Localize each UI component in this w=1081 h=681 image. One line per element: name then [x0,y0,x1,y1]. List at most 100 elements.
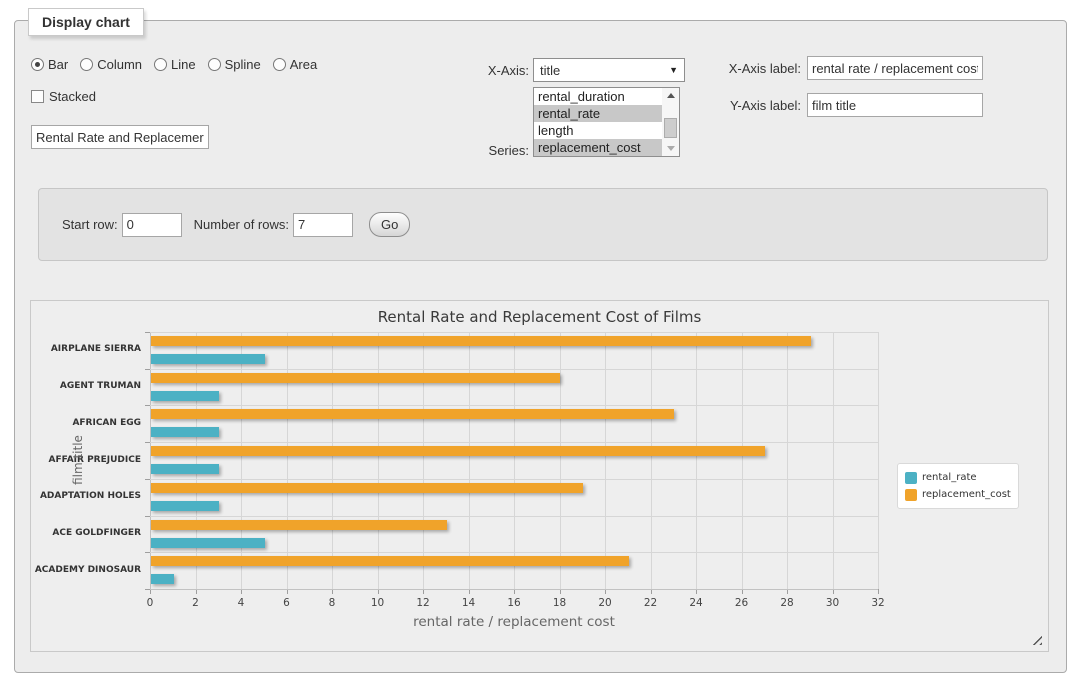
legend-swatch-icon [905,489,917,501]
legend-label: replacement_cost [922,489,1011,500]
resize-handle-icon[interactable] [1031,634,1042,645]
radio-bar-icon[interactable] [31,58,44,71]
bar-replacement_cost[interactable] [151,336,811,346]
number-of-rows-label: Number of rows: [194,217,289,232]
bar-replacement_cost[interactable] [151,446,765,456]
y-gridline [150,516,878,517]
x-gridline [196,332,197,589]
x-gridline [878,332,879,589]
bar-replacement_cost[interactable] [151,520,447,530]
bar-replacement_cost[interactable] [151,373,560,383]
legend-label: rental_rate [922,472,977,483]
series-option-rental-rate[interactable]: rental_rate [534,105,663,122]
y-axis-label-input[interactable] [807,93,983,117]
radio-spline-icon[interactable] [208,58,221,71]
row-controls-panel: Start row: Number of rows: Go [38,188,1048,261]
category-label: ADAPTATION HOLES [31,491,141,501]
x-axis-select-label: X-Axis: [455,63,529,78]
y-tick-mark [145,516,150,517]
y-gridline [150,405,878,406]
y-tick-mark [145,369,150,370]
radio-column[interactable]: Column [80,57,142,72]
y-tick-mark [145,332,150,333]
x-gridline [423,332,424,589]
x-tick-label: 14 [454,597,484,609]
x-tick-label: 12 [408,597,438,609]
y-tick-mark [145,589,150,590]
category-label: ACE GOLDFINGER [31,528,141,538]
x-gridline [241,332,242,589]
chevron-down-icon: ▼ [669,65,678,75]
radio-line-icon[interactable] [154,58,167,71]
radio-spline-label: Spline [225,57,261,72]
y-tick-mark [145,479,150,480]
series-option-replacement-cost[interactable]: replacement_cost [534,139,663,156]
radio-bar[interactable]: Bar [31,57,68,72]
bar-rental_rate[interactable] [151,501,219,511]
bar-rental_rate[interactable] [151,538,265,548]
category-label: ACADEMY DINOSAUR [31,565,141,575]
bar-replacement_cost[interactable] [151,483,583,493]
series-option-rental-duration[interactable]: rental_duration [534,88,663,105]
stacked-label: Stacked [49,89,96,104]
listbox-scrollbar[interactable] [662,88,679,156]
number-of-rows-input[interactable] [293,213,353,237]
x-axis-label-input[interactable] [807,56,983,80]
x-gridline [287,332,288,589]
y-tick-mark [145,552,150,553]
category-label: AFFAIR PREJUDICE [31,455,141,465]
series-select-label: Series: [455,143,529,158]
x-gridline [469,332,470,589]
y-gridline [150,552,878,553]
chart-title-input[interactable] [31,125,209,149]
x-tick-label: 32 [863,597,893,609]
bar-rental_rate[interactable] [151,574,174,584]
x-tick-label: 16 [499,597,529,609]
series-listbox[interactable]: rental_duration rental_rate length repla… [533,87,680,157]
scroll-down-icon[interactable] [663,141,678,156]
bar-rental_rate[interactable] [151,391,219,401]
start-row-input[interactable] [122,213,182,237]
radio-area[interactable]: Area [273,57,317,72]
x-gridline [742,332,743,589]
x-tick-label: 6 [272,597,302,609]
chart-type-radio-group: Bar Column Line Spline Area [31,57,323,72]
y-gridline [150,442,878,443]
bar-rental_rate[interactable] [151,354,265,364]
x-gridline [651,332,652,589]
x-gridline [332,332,333,589]
x-tick-label: 4 [226,597,256,609]
category-label: AGENT TRUMAN [31,381,141,391]
category-label: AFRICAN EGG [31,418,141,428]
stacked-checkbox[interactable] [31,90,44,103]
scrollbar-thumb[interactable] [664,118,677,138]
radio-spline[interactable]: Spline [208,57,261,72]
fieldset-legend: Display chart [28,8,144,36]
x-gridline [787,332,788,589]
legend-item-replacement_cost[interactable]: replacement_cost [905,486,1011,503]
radio-column-icon[interactable] [80,58,93,71]
display-chart-fieldset: Display chart Bar Column Line Spline Are… [14,20,1067,673]
stacked-checkbox-row[interactable]: Stacked [31,89,96,104]
bar-rental_rate[interactable] [151,464,219,474]
x-gridline [514,332,515,589]
x-gridline [560,332,561,589]
bar-replacement_cost[interactable] [151,556,629,566]
radio-area-icon[interactable] [273,58,286,71]
bar-rental_rate[interactable] [151,427,219,437]
y-tick-mark [145,442,150,443]
bar-replacement_cost[interactable] [151,409,674,419]
x-tick-label: 30 [818,597,848,609]
chart-y-axis-title: film title [71,435,85,485]
x-tick-label: 0 [135,597,165,609]
x-tick-label: 18 [545,597,575,609]
y-gridline [150,369,878,370]
go-button[interactable]: Go [369,212,410,237]
x-axis-select-value: title [540,63,669,78]
series-option-length[interactable]: length [534,122,663,139]
legend-item-rental_rate[interactable]: rental_rate [905,469,1011,486]
radio-line[interactable]: Line [154,57,196,72]
radio-bar-label: Bar [48,57,68,72]
x-axis-select[interactable]: title ▼ [533,58,685,82]
scroll-up-icon[interactable] [663,88,678,103]
